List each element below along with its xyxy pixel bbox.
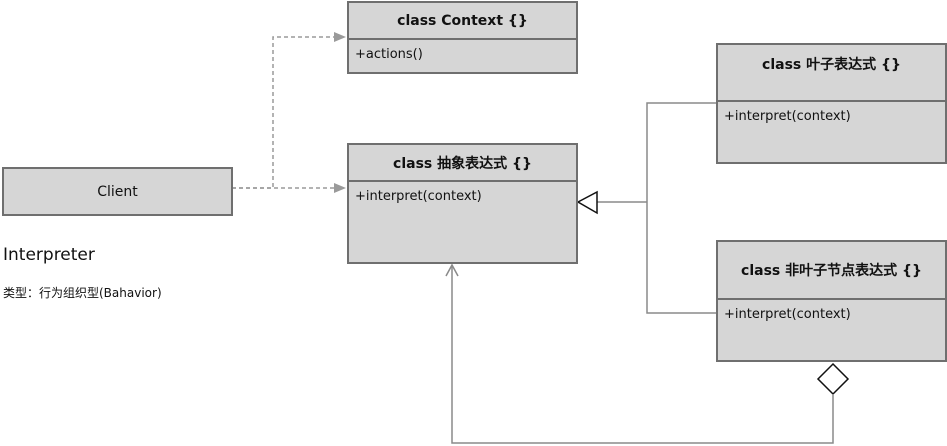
nonterminal-member-interpret: +interpret(context) [724,307,851,322]
client-to-context-arrowhead [334,32,346,42]
aggregation-diamond-icon [816,362,850,396]
terminal-generalization-line [646,102,716,202]
context-class-members: +actions() [349,40,576,69]
nonterminal-generalization-line [646,202,716,314]
pattern-title: Interpreter [3,245,95,265]
nonterminal-expression-class-members: +interpret(context) [718,300,945,329]
context-member-actions: +actions() [355,47,423,62]
client-to-abstract-arrowhead [334,183,346,193]
terminal-expression-class-members: +interpret(context) [718,102,945,131]
client-label: Client [97,183,138,200]
terminal-member-interpret: +interpret(context) [724,109,851,124]
client-box[interactable]: Client [2,167,233,216]
abstract-expression-class-title: class 抽象表达式 {} [349,145,576,182]
pattern-type-label: 类型：行为组织型(Bahavior) [3,286,162,300]
context-class-box[interactable]: class Context {} +actions() [347,1,578,74]
client-to-context-dependency [232,36,340,189]
abstract-expression-class-members: +interpret(context) [349,182,576,211]
nonterminal-expression-class-box[interactable]: class 非叶子节点表达式 {} +interpret(context) [716,240,947,362]
abstract-member-interpret: +interpret(context) [355,189,482,204]
context-class-title: class Context {} [349,3,576,40]
abstract-expression-class-box[interactable]: class 抽象表达式 {} +interpret(context) [347,143,578,264]
nonterminal-expression-class-title: class 非叶子节点表达式 {} [718,242,945,300]
generalization-triangle-icon [576,190,598,215]
terminal-expression-class-title: class 叶子表达式 {} [718,45,945,102]
terminal-expression-class-box[interactable]: class 叶子表达式 {} +interpret(context) [716,43,947,164]
